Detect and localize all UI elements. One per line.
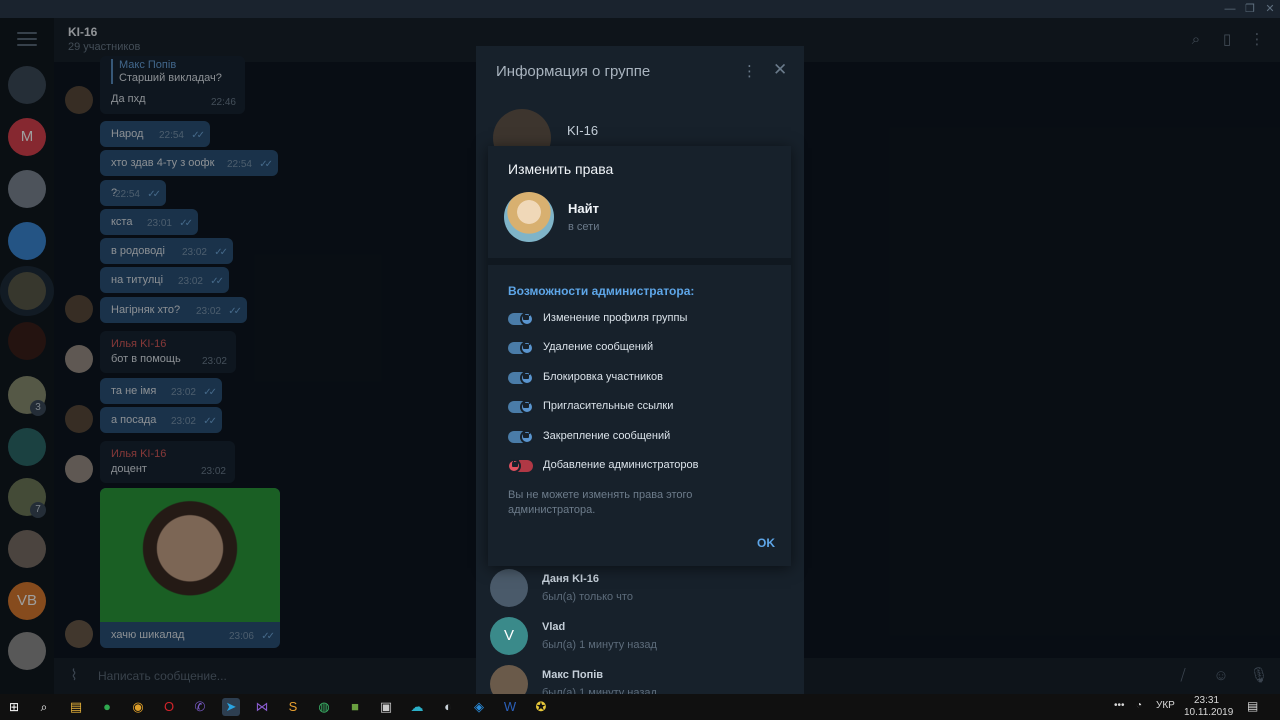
taskbar-app-icon[interactable]: ⋈ [253,698,271,716]
permission-toggle[interactable] [508,312,534,326]
window-titlebar: — ❐ ✕ [0,0,1280,18]
lock-icon [523,341,530,350]
user-status: в сети [568,221,600,233]
permission-label: Блокировка участников [543,370,664,383]
maximize-button[interactable]: ❐ [1240,2,1260,16]
taskbar-app-icon[interactable]: ▣ [377,698,395,716]
taskbar-app-icon[interactable]: ➤ [222,698,240,716]
clock-date[interactable]: 10.11.2019 [1184,707,1233,718]
taskbar-app-icon[interactable]: ● [98,698,116,716]
taskbar-app-icon[interactable]: ◉ [129,698,147,716]
taskbar-app-icon[interactable]: ◈ [470,698,488,716]
lock-icon [523,312,530,320]
member-status: был(а) только что [542,591,633,603]
search-icon[interactable]: ⌕ [35,698,53,716]
member-avatar[interactable]: V [490,617,528,655]
clock-time[interactable]: 23:31 [1194,695,1219,706]
taskbar-app-icon[interactable]: ☁ [408,698,426,716]
permission-row[interactable]: Блокировка участников [508,368,778,388]
rights-note: Вы не можете изменять права этого админи… [508,489,693,516]
member-name: Даня KI-16 [542,573,599,585]
admin-permissions-heading: Возможности администратора: [508,284,695,298]
notifications-icon[interactable]: ▤ [1247,699,1258,713]
permission-label: Изменение профиля группы [543,312,688,324]
minimize-button[interactable]: — [1220,2,1240,16]
taskbar-app-icon[interactable]: W [501,698,519,716]
permission-row[interactable]: Закрепление сообщений [508,427,778,447]
taskbar-app-icon[interactable]: ◍ [315,698,333,716]
permission-toggle[interactable] [508,400,534,415]
permission-label: Добавление администраторов [543,459,699,471]
lock-icon [523,370,530,379]
member-name: Макс Попів [542,669,604,681]
permission-toggle[interactable] [507,459,533,473]
permission-label: Удаление сообщений [543,341,654,354]
tray-overflow-icon[interactable]: ••• [1114,700,1125,711]
lock-icon [512,459,519,467]
close-icon[interactable]: ✕ [773,60,787,80]
dialog-title: Изменить права [508,161,614,177]
user-name: Найт [568,201,599,216]
taskbar-app-icon[interactable]: ✆ [191,698,209,716]
permission-row[interactable]: Удаление сообщений [508,338,778,358]
member-status: был(а) 1 минуту назад [542,639,657,651]
windows-taskbar: ⊞ ⌕ ▤ ● ◉ O ✆ ➤ ⋈ S ◍ ■ ▣ ☁ ◐ ◈ W ✪ ••• ◔ УКР 23:31 10.… [0,694,1280,720]
permission-toggle[interactable] [508,429,534,444]
language-indicator[interactable]: УКР [1156,700,1175,711]
member-name: Vlad [542,621,566,633]
start-icon[interactable]: ⊞ [5,698,23,716]
taskbar-app-icon[interactable]: ■ [346,698,364,716]
permission-row[interactable]: Добавление администраторов [507,456,778,476]
section-divider [488,258,791,265]
permission-toggle[interactable] [508,370,534,385]
taskbar-app-icon[interactable]: ✪ [532,698,550,716]
member-row[interactable]: Даня KI-16 был(а) только что [490,569,790,611]
member-avatar[interactable] [490,569,528,607]
edit-rights-dialog: Изменить права Найт в сети Возможности а… [488,146,791,566]
user-avatar[interactable] [504,192,554,242]
taskbar-app-icon[interactable]: O [160,698,178,716]
wifi-icon[interactable]: ◔ [1136,700,1142,711]
member-row[interactable]: V Vlad был(а) 1 минуту назад [490,617,790,659]
group-info-title: Информация о группе [496,63,651,80]
permission-toggle[interactable] [508,341,534,356]
lock-icon [523,400,530,409]
close-window-button[interactable]: ✕ [1260,2,1280,16]
group-name: KI-16 [567,123,599,138]
more-options-icon[interactable]: ⋮ [742,62,757,80]
taskbar-app-icon[interactable]: ▤ [67,698,85,716]
taskbar-app-icon[interactable]: S [284,698,302,716]
permission-row[interactable]: Пригласительные ссылки [508,397,778,417]
lock-icon [523,429,530,438]
taskbar-app-icon[interactable]: ◐ [439,698,457,716]
permission-label: Закрепление сообщений [543,429,671,442]
ok-button[interactable]: OK [757,536,775,550]
permission-label: Пригласительные ссылки [543,400,674,413]
permission-row[interactable]: Изменение профиля группы [508,309,778,329]
